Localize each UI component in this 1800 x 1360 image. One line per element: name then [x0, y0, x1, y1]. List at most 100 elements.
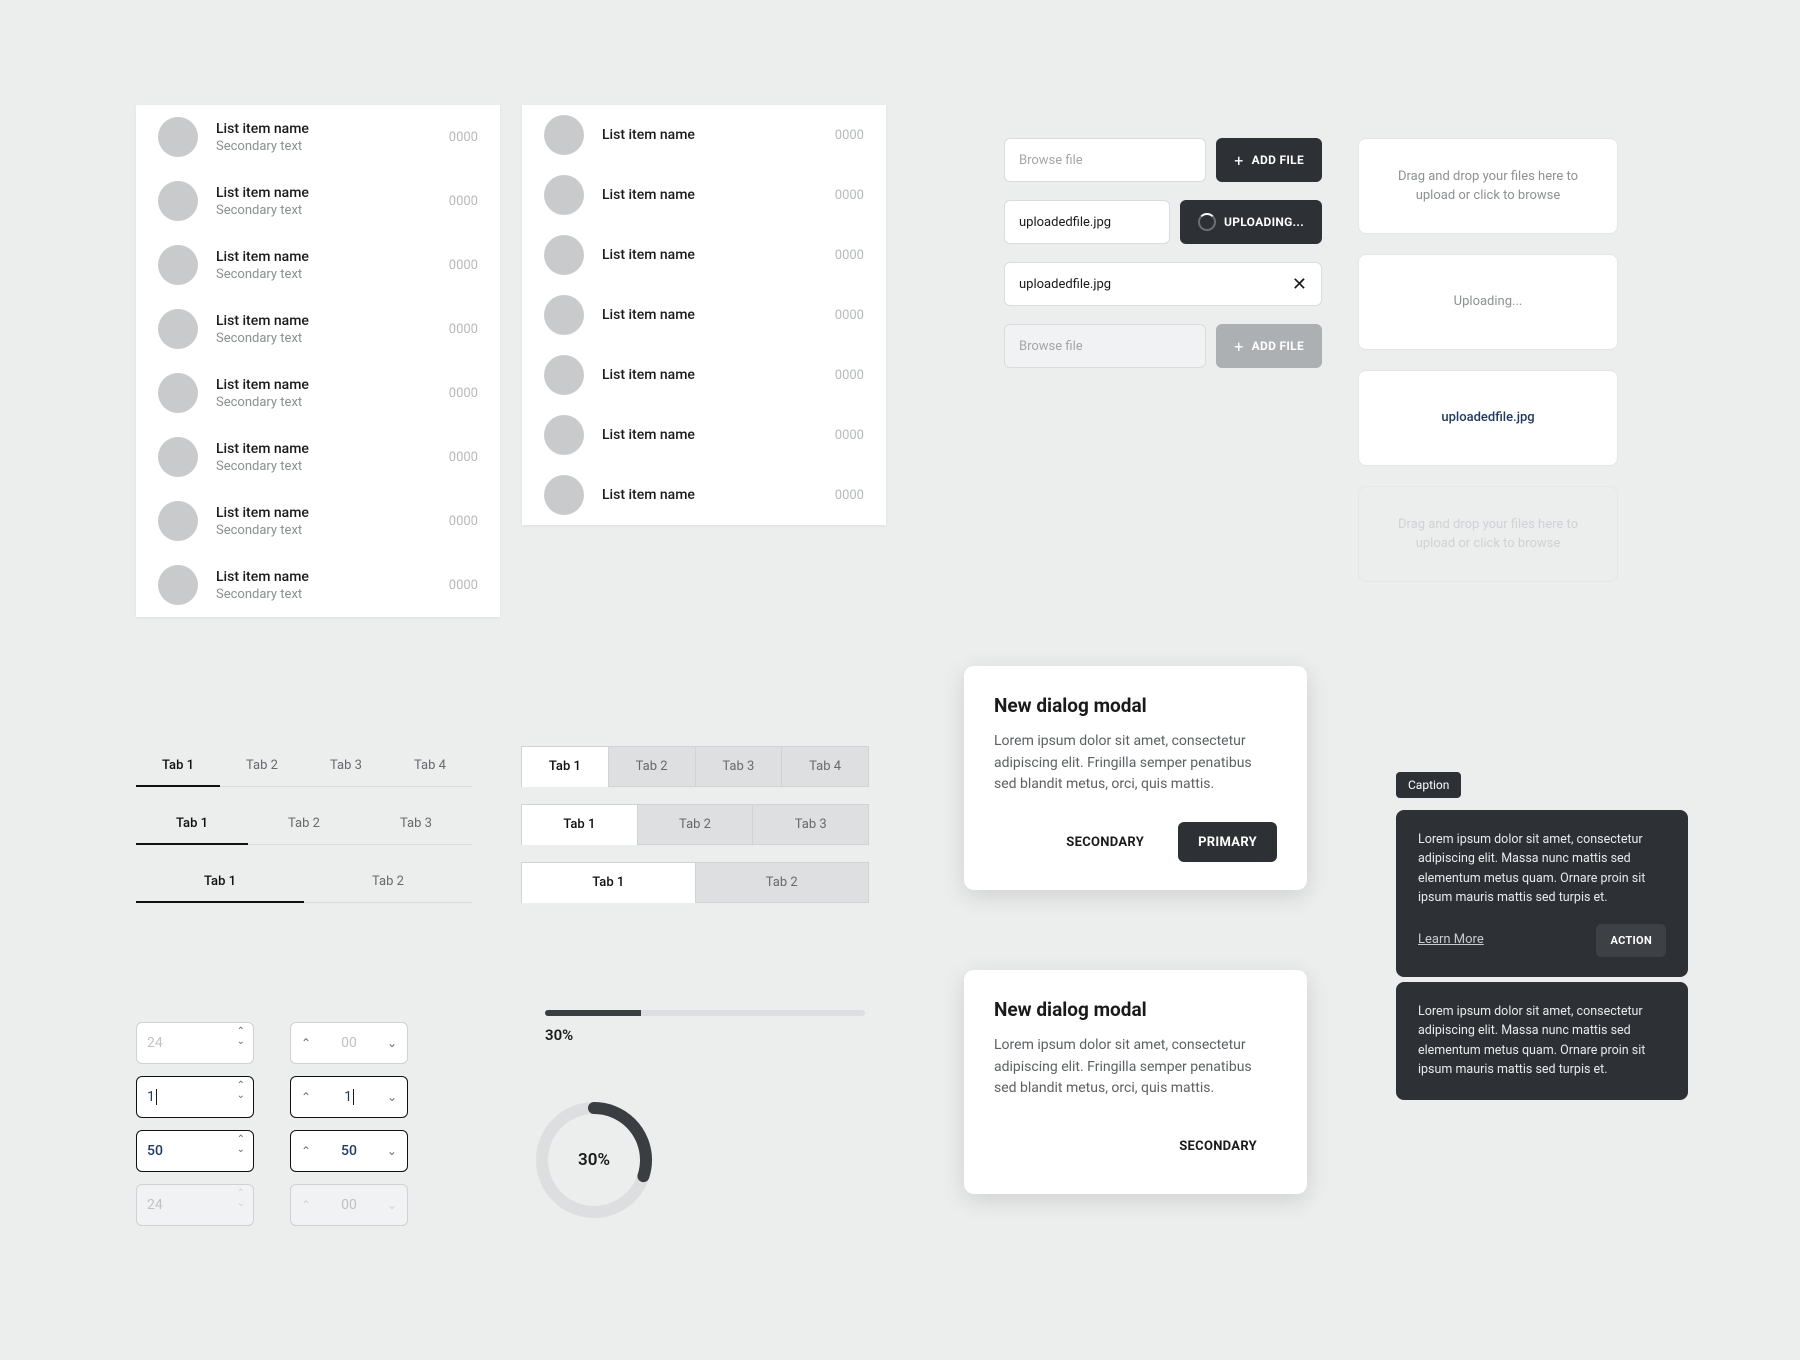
tab-tab-1[interactable]: Tab 1	[522, 805, 638, 845]
list-item-title: List item name	[602, 127, 835, 143]
list-item-sub: Secondary text	[216, 459, 449, 474]
tab-tab-4[interactable]: Tab 4	[388, 746, 472, 786]
plus-icon: +	[1234, 151, 1243, 170]
list-item-title: List item name	[216, 377, 449, 393]
list-item[interactable]: List item name 0000	[522, 345, 886, 405]
stepper-v-default[interactable]: 24⌃⌄	[136, 1022, 254, 1064]
list-item[interactable]: List item name 0000	[522, 465, 886, 525]
chevron-up-icon[interactable]: ⌃	[301, 1144, 311, 1158]
tab-tab-2[interactable]: Tab 2	[638, 805, 754, 844]
list-item-title: List item name	[216, 505, 449, 521]
drop-zone-uploaded[interactable]: uploadedfile.jpg	[1358, 370, 1618, 466]
avatar	[544, 475, 584, 515]
list-item-title: List item name	[216, 441, 449, 457]
avatar	[544, 235, 584, 275]
list-item[interactable]: List item name 0000	[522, 105, 886, 165]
avatar	[158, 437, 198, 477]
list-item[interactable]: List item name Secondary text 0000	[136, 489, 500, 553]
list-item[interactable]: List item name 0000	[522, 285, 886, 345]
avatar	[158, 117, 198, 157]
tabs-3-box: Tab 1Tab 2Tab 3	[521, 804, 869, 845]
stepper-v-filled[interactable]: 50⌃⌄	[136, 1130, 254, 1172]
action-button[interactable]: ACTION	[1596, 924, 1666, 957]
list-item-sub: Secondary text	[216, 587, 449, 602]
secondary-button[interactable]: SECONDARY	[1159, 1126, 1277, 1166]
list-item[interactable]: List item name Secondary text 0000	[136, 233, 500, 297]
list-item[interactable]: List item name 0000	[522, 225, 886, 285]
chevron-down-icon[interactable]: ⌄	[237, 1091, 245, 1101]
uploaded-file-row[interactable]: uploadedfile.jpg ✕	[1004, 262, 1322, 306]
list-item[interactable]: List item name Secondary text 0000	[136, 169, 500, 233]
tab-tab-3[interactable]: Tab 3	[696, 747, 783, 786]
drop-zone[interactable]: Drag and drop your files here to upload …	[1358, 138, 1618, 234]
list-item[interactable]: List item name 0000	[522, 165, 886, 225]
secondary-button[interactable]: SECONDARY	[1046, 822, 1164, 862]
uploaded-file-input[interactable]: uploadedfile.jpg	[1004, 200, 1170, 244]
list-item[interactable]: List item name Secondary text 0000	[136, 297, 500, 361]
tab-tab-2[interactable]: Tab 2	[220, 746, 304, 786]
tabs-3-underline: Tab 1Tab 2Tab 3	[136, 804, 472, 845]
list-item-meta: 0000	[835, 248, 864, 263]
browse-file-input[interactable]: Browse file	[1004, 138, 1206, 182]
stepper-h-active[interactable]: ⌃1⌄	[290, 1076, 408, 1118]
list-item-title: List item name	[216, 569, 449, 585]
list-item-meta: 0000	[449, 194, 478, 209]
list-item[interactable]: List item name Secondary text 0000	[136, 553, 500, 617]
tab-tab-2[interactable]: Tab 2	[304, 862, 472, 902]
list-item-meta: 0000	[835, 128, 864, 143]
tab-tab-1[interactable]: Tab 1	[522, 747, 609, 787]
list-item-meta: 0000	[449, 578, 478, 593]
tab-tab-1[interactable]: Tab 1	[522, 863, 696, 903]
tab-tab-1[interactable]: Tab 1	[136, 862, 304, 903]
add-file-button-disabled: +ADD FILE	[1216, 324, 1322, 368]
chevron-up-icon[interactable]: ⌃	[301, 1036, 311, 1050]
snackbar-simple: Lorem ipsum dolor sit amet, consectetur …	[1396, 982, 1688, 1100]
list-item-meta: 0000	[449, 130, 478, 145]
stepper-v-active[interactable]: 1⌃⌄	[136, 1076, 254, 1118]
tab-tab-3[interactable]: Tab 3	[304, 746, 388, 786]
chevron-down-icon[interactable]: ⌄	[387, 1090, 397, 1104]
chevron-up-icon[interactable]: ⌃	[301, 1090, 311, 1104]
list-two-line: List item name Secondary text 0000 List …	[136, 105, 500, 617]
upload-rows: Browse file +ADD FILE uploadedfile.jpg U…	[1004, 138, 1322, 386]
chevron-down-icon[interactable]: ⌄	[237, 1145, 245, 1155]
add-file-button[interactable]: +ADD FILE	[1216, 138, 1322, 182]
list-item[interactable]: List item name 0000	[522, 405, 886, 465]
chevron-down-icon[interactable]: ⌄	[387, 1036, 397, 1050]
list-item[interactable]: List item name Secondary text 0000	[136, 361, 500, 425]
stepper-v-disabled: 24⌃⌄	[136, 1184, 254, 1226]
list-item[interactable]: List item name Secondary text 0000	[136, 425, 500, 489]
list-item-sub: Secondary text	[216, 395, 449, 410]
tab-tab-2[interactable]: Tab 2	[609, 747, 696, 786]
tab-tab-3[interactable]: Tab 3	[360, 804, 472, 844]
learn-more-link[interactable]: Learn More	[1418, 930, 1484, 950]
list-item-sub: Secondary text	[216, 139, 449, 154]
tab-tab-2[interactable]: Tab 2	[696, 863, 869, 902]
stepper-h-filled[interactable]: ⌃50⌄	[290, 1130, 408, 1172]
avatar	[158, 309, 198, 349]
plus-icon: +	[1234, 337, 1243, 356]
stepper-h-default[interactable]: ⌃00⌄	[290, 1022, 408, 1064]
close-icon[interactable]: ✕	[1292, 274, 1307, 295]
tab-tab-4[interactable]: Tab 4	[782, 747, 868, 786]
tab-tab-3[interactable]: Tab 3	[753, 805, 868, 844]
chevron-down-icon[interactable]: ⌄	[387, 1144, 397, 1158]
primary-button[interactable]: PRIMARY	[1178, 822, 1277, 862]
list-item-title: List item name	[602, 427, 835, 443]
list-item-sub: Secondary text	[216, 523, 449, 538]
list-item-meta: 0000	[835, 308, 864, 323]
avatar	[158, 245, 198, 285]
tab-tab-1[interactable]: Tab 1	[136, 746, 220, 787]
tab-tab-2[interactable]: Tab 2	[248, 804, 360, 844]
list-item-title: List item name	[216, 121, 449, 137]
list-item-title: List item name	[602, 247, 835, 263]
chevron-down-icon[interactable]: ⌄	[237, 1037, 245, 1047]
list-item-meta: 0000	[835, 188, 864, 203]
tab-tab-1[interactable]: Tab 1	[136, 804, 248, 845]
avatar	[544, 175, 584, 215]
dialog-modal-secondary: New dialog modal Lorem ipsum dolor sit a…	[964, 970, 1307, 1194]
list-item[interactable]: List item name Secondary text 0000	[136, 105, 500, 169]
modal-body: Lorem ipsum dolor sit amet, consectetur …	[994, 731, 1277, 796]
toast-body: Lorem ipsum dolor sit amet, consectetur …	[1418, 830, 1666, 908]
modal-title: New dialog modal	[994, 694, 1277, 717]
